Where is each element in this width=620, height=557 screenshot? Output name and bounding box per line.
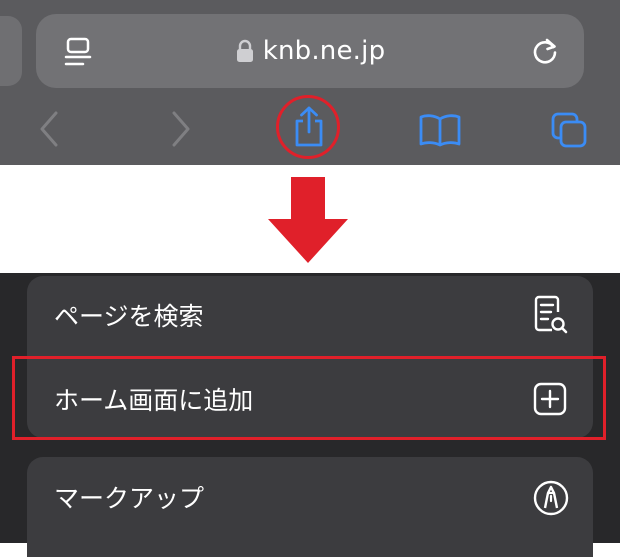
reload-icon[interactable] xyxy=(530,36,560,66)
bookmarks-icon[interactable] xyxy=(418,113,462,147)
down-arrow-icon xyxy=(268,177,348,263)
markup-label[interactable]: マークアップ xyxy=(54,479,204,515)
address-bar[interactable]: knb.ne.jp xyxy=(36,14,584,88)
share-highlight-circle xyxy=(276,95,340,159)
forward-chevron-icon[interactable] xyxy=(170,109,192,149)
find-on-page-icon[interactable] xyxy=(532,294,568,336)
previous-tab-edge[interactable] xyxy=(0,16,22,86)
lock-icon xyxy=(236,39,253,62)
tabs-icon[interactable] xyxy=(550,111,590,151)
markup-pen-icon[interactable] xyxy=(532,479,570,517)
find-on-page-label[interactable]: ページを検索 xyxy=(54,297,204,333)
add-to-home-highlight-box xyxy=(12,356,606,440)
back-chevron-icon[interactable] xyxy=(38,109,60,149)
url-text: knb.ne.jp xyxy=(262,36,386,66)
